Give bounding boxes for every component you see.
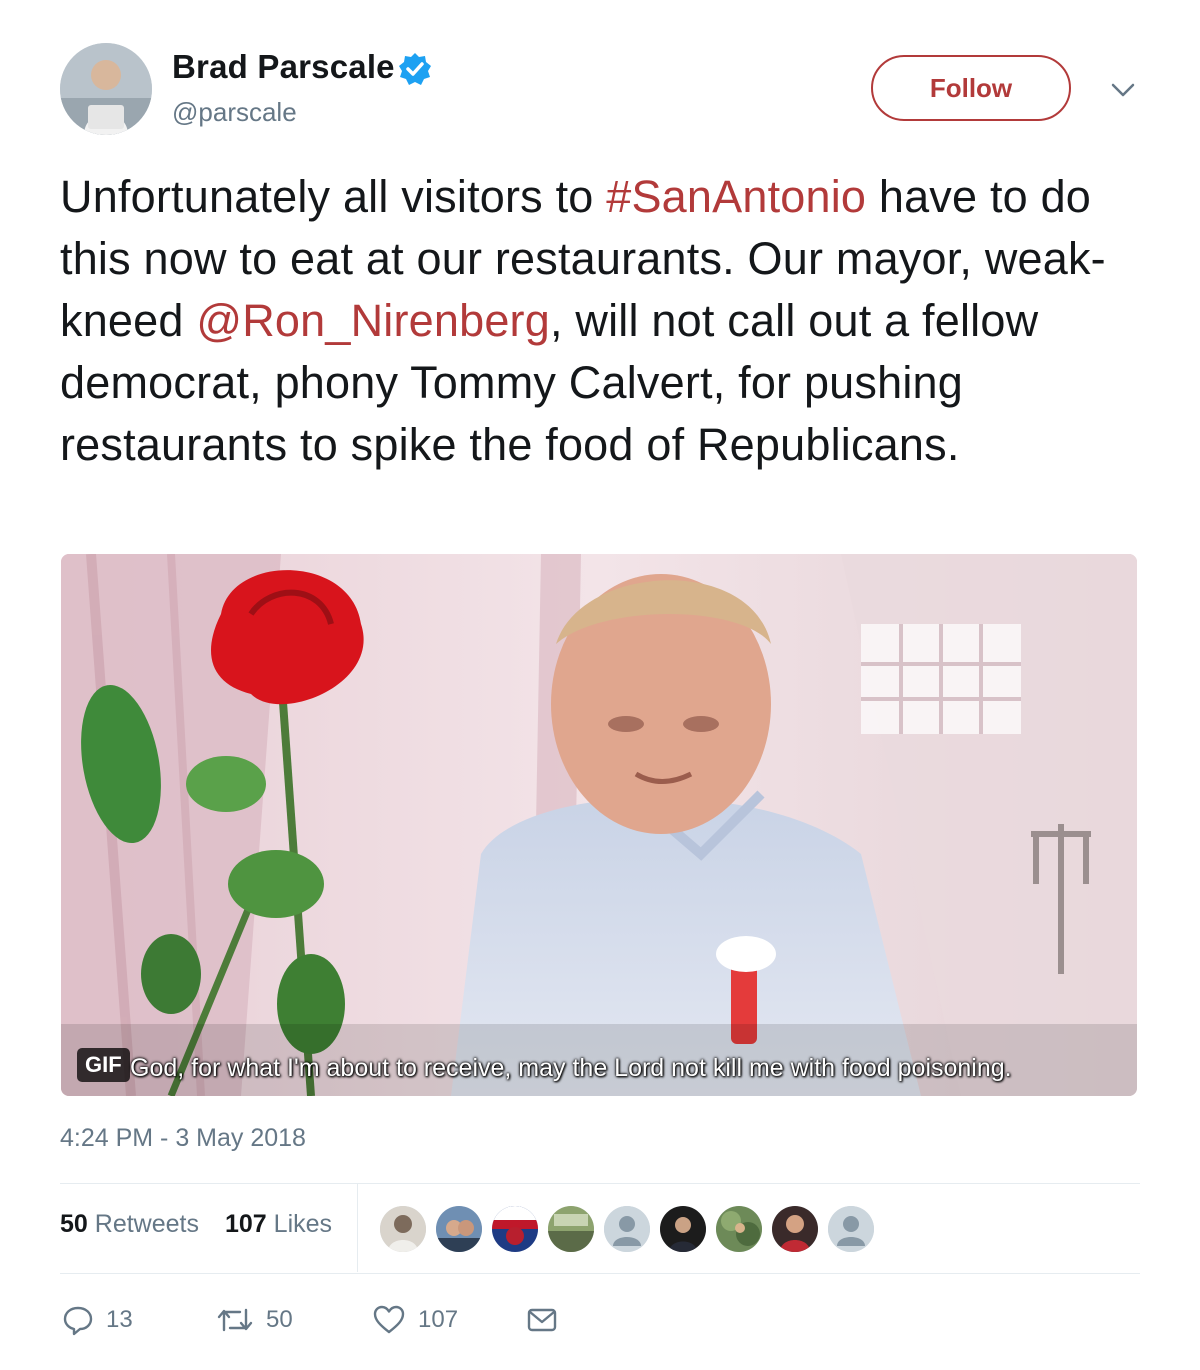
tweet-timestamp[interactable]: 4:24 PM - 3 May 2018 xyxy=(60,1124,306,1153)
heart-icon xyxy=(373,1305,405,1334)
retweets-stat[interactable]: 50 Retweets xyxy=(60,1210,199,1239)
liker-avatar[interactable] xyxy=(548,1206,594,1252)
follow-button[interactable]: Follow xyxy=(871,55,1071,121)
reply-count: 13 xyxy=(106,1306,133,1333)
retweets-count: 50 xyxy=(60,1210,88,1238)
likes-stat[interactable]: 107 Likes xyxy=(225,1210,332,1239)
liker-avatar[interactable] xyxy=(436,1206,482,1252)
likes-count: 107 xyxy=(225,1210,267,1238)
divider xyxy=(60,1273,1140,1274)
verified-badge-icon xyxy=(398,52,432,86)
chevron-down-icon[interactable] xyxy=(1108,78,1138,102)
like-button[interactable]: 107 xyxy=(372,1302,458,1338)
direct-message-button[interactable] xyxy=(526,1302,558,1338)
reply-icon xyxy=(63,1306,93,1336)
mention-link[interactable]: @Ron_Nirenberg xyxy=(196,295,550,346)
liker-avatar[interactable] xyxy=(828,1206,874,1252)
envelope-icon xyxy=(527,1308,557,1332)
tweet-text: Unfortunately all visitors to #SanAntoni… xyxy=(60,166,1150,476)
gif-frame-image xyxy=(61,554,1137,1096)
liker-avatars xyxy=(380,1206,874,1252)
liker-avatar[interactable] xyxy=(716,1206,762,1252)
gif-badge: GIF xyxy=(77,1048,130,1082)
liker-avatar[interactable] xyxy=(660,1206,706,1252)
retweet-icon xyxy=(217,1308,253,1332)
liker-avatar[interactable] xyxy=(772,1206,818,1252)
reply-button[interactable]: 13 xyxy=(62,1302,133,1338)
retweet-count: 50 xyxy=(266,1306,293,1333)
avatar[interactable] xyxy=(60,43,152,135)
gif-media[interactable] xyxy=(61,554,1137,1096)
profile-photo-icon xyxy=(60,43,152,135)
stats-divider xyxy=(357,1184,358,1272)
liker-avatar[interactable] xyxy=(380,1206,426,1252)
tweet-text-part: Unfortunately all visitors to xyxy=(60,171,607,222)
author-handle[interactable]: @parscale xyxy=(172,97,297,128)
like-count: 107 xyxy=(418,1306,459,1333)
author-name[interactable]: Brad Parscale xyxy=(172,48,395,86)
retweet-button[interactable]: 50 xyxy=(216,1302,293,1338)
liker-avatar[interactable] xyxy=(604,1206,650,1252)
gif-subtitle: God, for what I'm about to receive, may … xyxy=(130,1054,1012,1082)
retweets-label: Retweets xyxy=(94,1210,199,1238)
divider xyxy=(60,1183,1140,1184)
liker-avatar[interactable] xyxy=(492,1206,538,1252)
hashtag-link[interactable]: #SanAntonio xyxy=(606,171,866,222)
likes-label: Likes xyxy=(273,1210,333,1238)
